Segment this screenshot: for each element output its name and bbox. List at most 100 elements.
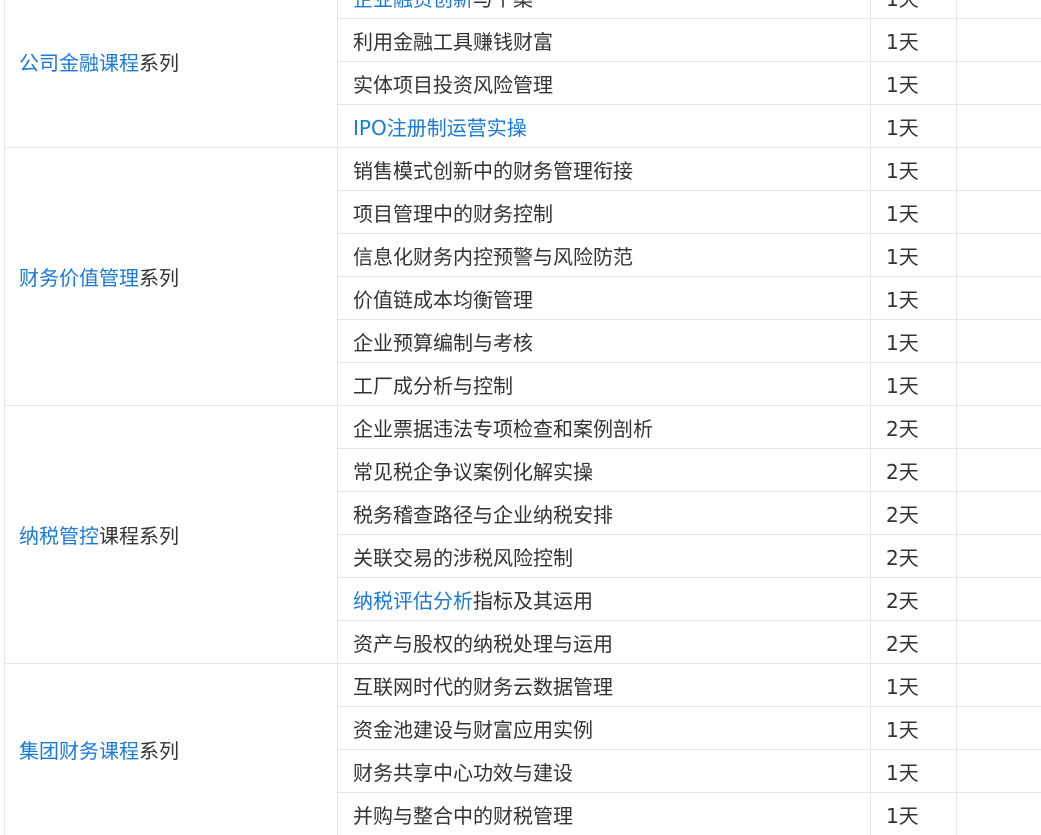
course-text: 项目管理中的财务控制 (353, 201, 553, 226)
extra-cell (956, 534, 1041, 578)
course-cell: 工厂成分析与控制 (337, 362, 871, 406)
course-text: 信息化财务内控预警与风险防范 (353, 244, 633, 269)
course-cell: 企业票据违法专项检查和案例剖析 (337, 405, 871, 449)
extra-cell (956, 405, 1041, 449)
course-text: 企业票据违法专项检查和案例剖析 (353, 416, 653, 441)
series-suffix: 系列 (139, 51, 179, 75)
table-row: 财务价值管理系列 销售模式创新中的财务管理衔接 1天 (4, 147, 1041, 406)
extra-cell (956, 663, 1041, 707)
series-suffix: 系列 (139, 739, 179, 763)
series-cell: 集团财务课程系列 (4, 663, 338, 835)
course-text: 实体项目投资风险管理 (353, 72, 553, 97)
course-cell: 信息化财务内控预警与风险防范 (337, 233, 871, 277)
course-cell: 利用金融工具赚钱财富 (337, 18, 871, 62)
duration-cell: 1天 (870, 362, 957, 406)
course-link[interactable]: 纳税评估分析 (353, 589, 473, 613)
series-link[interactable]: 财务价值管理 (19, 266, 139, 290)
course-cell: 企业预算编制与考核 (337, 319, 871, 363)
duration-cell: 2天 (870, 620, 957, 664)
course-text: 资产与股权的纳税处理与运用 (353, 631, 613, 656)
extra-cell (956, 577, 1041, 621)
duration-cell: 1天 (870, 61, 957, 105)
course-text: 常见税企争议案例化解实操 (353, 459, 593, 484)
extra-cell (956, 147, 1041, 191)
extra-cell (956, 620, 1041, 664)
extra-cell (956, 0, 1041, 19)
extra-cell (956, 706, 1041, 750)
series-link[interactable]: 纳税管控 (19, 524, 99, 548)
course-cell: 资产与股权的纳税处理与运用 (337, 620, 871, 664)
extra-cell (956, 104, 1041, 148)
duration-cell: 2天 (870, 534, 957, 578)
course-cell: 纳税评估分析指标及其运用 (337, 577, 871, 621)
course-text: 利用金融工具赚钱财富 (353, 29, 553, 54)
series-link[interactable]: 集团财务课程 (19, 739, 139, 763)
course-text: 工厂成分析与控制 (353, 373, 513, 398)
course-table-body: 公司金融课程系列 企业融资创新与个案 1天 利用金融工具赚钱财富 1天 实体项目… (4, 0, 1041, 835)
course-text: 互联网时代的财务云数据管理 (353, 674, 613, 699)
duration-cell: 1天 (870, 792, 957, 835)
course-text: 关联交易的涉税风险控制 (353, 545, 573, 570)
table-row: 公司金融课程系列 企业融资创新与个案 1天 (4, 0, 1041, 148)
course-text: 财务共享中心功效与建设 (353, 760, 573, 785)
series-link[interactable]: 公司金融课程 (19, 51, 139, 75)
course-text: 资金池建设与财富应用实例 (353, 717, 593, 742)
extra-cell (956, 792, 1041, 835)
course-cell: 并购与整合中的财税管理 (337, 792, 871, 835)
course-text: 销售模式创新中的财务管理衔接 (353, 158, 633, 183)
course-link[interactable]: 企业融资创新 (353, 0, 473, 11)
duration-cell: 1天 (870, 147, 957, 191)
extra-cell (956, 276, 1041, 320)
duration-cell: 1天 (870, 190, 957, 234)
duration-cell: 1天 (870, 18, 957, 62)
extra-cell (956, 233, 1041, 277)
series-cell: 财务价值管理系列 (4, 147, 338, 406)
extra-cell (956, 362, 1041, 406)
duration-cell: 1天 (870, 233, 957, 277)
extra-cell (956, 61, 1041, 105)
course-text: 与个案 (473, 0, 533, 11)
duration-cell: 2天 (870, 577, 957, 621)
course-link[interactable]: IPO注册制运营实操 (353, 116, 527, 140)
extra-cell (956, 319, 1041, 363)
duration-cell: 1天 (870, 319, 957, 363)
course-cell: 项目管理中的财务控制 (337, 190, 871, 234)
duration-cell: 1天 (870, 0, 957, 19)
course-text: 企业预算编制与考核 (353, 330, 533, 355)
page-viewport: 公司金融课程系列 企业融资创新与个案 1天 利用金融工具赚钱财富 1天 实体项目… (0, 0, 1041, 835)
extra-cell (956, 448, 1041, 492)
duration-cell: 1天 (870, 749, 957, 793)
course-cell: 实体项目投资风险管理 (337, 61, 871, 105)
course-cell: 价值链成本均衡管理 (337, 276, 871, 320)
duration-cell: 2天 (870, 448, 957, 492)
course-text: 价值链成本均衡管理 (353, 287, 533, 312)
extra-cell (956, 491, 1041, 535)
series-suffix: 课程系列 (99, 524, 179, 548)
course-cell: 互联网时代的财务云数据管理 (337, 663, 871, 707)
course-text: 并购与整合中的财税管理 (353, 803, 573, 828)
table-row: 纳税管控课程系列 企业票据违法专项检查和案例剖析 2天 (4, 405, 1041, 664)
duration-cell: 2天 (870, 405, 957, 449)
duration-cell: 1天 (870, 104, 957, 148)
course-cell: 常见税企争议案例化解实操 (337, 448, 871, 492)
duration-cell: 1天 (870, 276, 957, 320)
extra-cell (956, 749, 1041, 793)
series-suffix: 系列 (139, 266, 179, 290)
extra-cell (956, 190, 1041, 234)
series-cell: 公司金融课程系列 (4, 0, 338, 148)
course-table: 公司金融课程系列 企业融资创新与个案 1天 利用金融工具赚钱财富 1天 实体项目… (4, 0, 1041, 835)
course-text: 指标及其运用 (473, 588, 593, 613)
duration-cell: 1天 (870, 663, 957, 707)
course-text: 税务稽查路径与企业纳税安排 (353, 502, 613, 527)
course-cell: 关联交易的涉税风险控制 (337, 534, 871, 578)
table-row: 集团财务课程系列 互联网时代的财务云数据管理 1天 (4, 663, 1041, 835)
extra-cell (956, 18, 1041, 62)
duration-cell: 1天 (870, 706, 957, 750)
course-cell: 税务稽查路径与企业纳税安排 (337, 491, 871, 535)
course-cell: 财务共享中心功效与建设 (337, 749, 871, 793)
duration-cell: 2天 (870, 491, 957, 535)
course-cell: 资金池建设与财富应用实例 (337, 706, 871, 750)
course-cell: IPO注册制运营实操 (337, 104, 871, 148)
series-cell: 纳税管控课程系列 (4, 405, 338, 664)
course-cell: 销售模式创新中的财务管理衔接 (337, 147, 871, 191)
